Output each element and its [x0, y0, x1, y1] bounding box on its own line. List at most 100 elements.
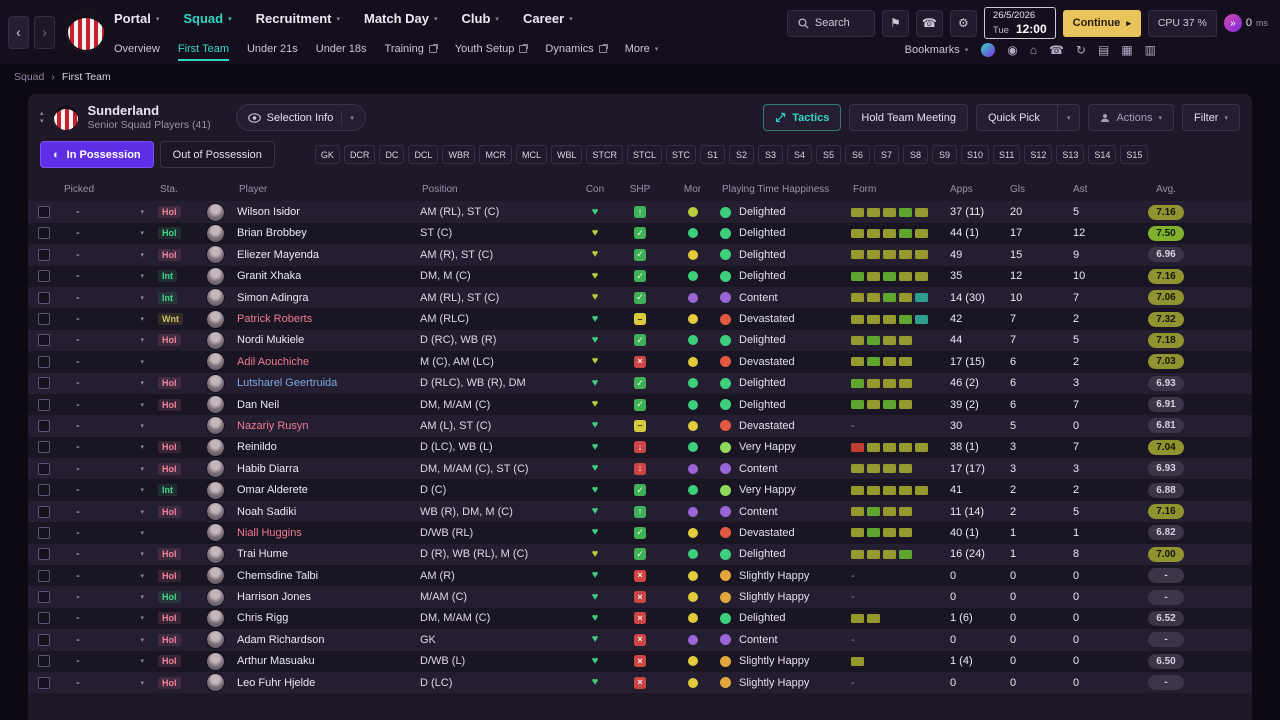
- player-avatar[interactable]: [207, 203, 224, 221]
- table-row[interactable]: - ▾ Hol Trai Hume D (R), WB (RL), M (C) ♥ ✓ Del…: [28, 543, 1252, 566]
- player-avatar[interactable]: [207, 417, 224, 435]
- row-checkbox[interactable]: [38, 206, 50, 219]
- position-filter-s3[interactable]: S3: [758, 145, 783, 165]
- row-checkbox[interactable]: [38, 676, 50, 689]
- table-row[interactable]: - ▾ Hol Adam Richardson GK ♥ × Content -0 0 0-: [28, 629, 1252, 651]
- picked-dropdown[interactable]: - ▾: [62, 420, 158, 432]
- nav-item-career[interactable]: Career ▾: [523, 11, 573, 26]
- player-avatar[interactable]: [207, 331, 224, 349]
- in-possession-tab[interactable]: ◐ In Possession: [40, 141, 154, 169]
- notes-icon[interactable]: ▤: [1098, 43, 1109, 57]
- quick-pick-dropdown[interactable]: ▾: [1056, 105, 1080, 131]
- table-row[interactable]: - ▾ Hol Chris Rigg DM, M/AM (C) ♥ × Delighted 1 …: [28, 607, 1252, 630]
- player-name[interactable]: Adil Aouchiche: [237, 356, 309, 368]
- row-checkbox[interactable]: [38, 569, 50, 582]
- picked-dropdown[interactable]: - ▾: [62, 548, 158, 560]
- column-header-player[interactable]: Player: [237, 184, 420, 195]
- player-avatar[interactable]: [207, 524, 224, 542]
- position-filter-s2[interactable]: S2: [729, 145, 754, 165]
- bookmarks-dropdown[interactable]: Bookmarks ▾: [905, 44, 969, 56]
- subnav-item-first-team[interactable]: First Team: [177, 36, 230, 62]
- table-row[interactable]: - ▾ Niall Huggins D/WB (RL) ♥ ✓ Devastated 40 (…: [28, 522, 1252, 544]
- column-header-avg[interactable]: Avg.: [1121, 184, 1211, 195]
- picked-dropdown[interactable]: - ▾: [62, 634, 158, 646]
- position-filter-s11[interactable]: S11: [993, 145, 1021, 165]
- row-checkbox[interactable]: [38, 484, 50, 497]
- subnav-item-training[interactable]: Training: [385, 36, 438, 62]
- player-avatar[interactable]: [207, 224, 224, 242]
- position-filter-stcl[interactable]: STCL: [626, 145, 662, 165]
- nav-item-club[interactable]: Club ▾: [462, 11, 499, 26]
- table-row[interactable]: - ▾ Nazariy Rusyn AM (L), ST (C) ♥ – Devastate…: [28, 415, 1252, 437]
- refresh-icon[interactable]: ↻: [1076, 43, 1086, 57]
- position-filter-s12[interactable]: S12: [1024, 145, 1053, 165]
- table-row[interactable]: - ▾ Hol Dan Neil DM, M/AM (C) ♥ ✓ Delighted 39 (…: [28, 393, 1252, 416]
- out-of-possession-tab[interactable]: Out of Possession: [159, 141, 275, 169]
- picked-dropdown[interactable]: - ▾: [62, 206, 158, 218]
- row-checkbox[interactable]: [38, 548, 50, 561]
- search-box[interactable]: Search: [786, 9, 875, 37]
- player-name[interactable]: Habib Diarra: [237, 463, 299, 475]
- column-header-picked[interactable]: Picked: [62, 184, 158, 195]
- picked-dropdown[interactable]: - ▾: [62, 399, 158, 411]
- selection-info-dropdown[interactable]: Selection Info ▾: [235, 104, 366, 132]
- player-avatar[interactable]: [207, 652, 224, 670]
- settings-gear-icon[interactable]: ⚙: [949, 9, 977, 37]
- position-filter-gk[interactable]: GK: [314, 145, 340, 165]
- table-row[interactable]: - ▾ Adil Aouchiche M (C), AM (LC) ♥ × Devastat…: [28, 351, 1252, 373]
- column-header-apps[interactable]: Apps: [948, 184, 1008, 195]
- nav-item-portal[interactable]: Portal ▾: [114, 11, 159, 26]
- player-name[interactable]: Eliezer Mayenda: [237, 249, 319, 261]
- position-filter-s4[interactable]: S4: [787, 145, 812, 165]
- picked-dropdown[interactable]: - ▾: [62, 270, 158, 282]
- table-row[interactable]: - ▾ Hol Arthur Masuaku D/WB (L) ♥ × Slightly Ha…: [28, 650, 1252, 672]
- position-filter-s1[interactable]: S1: [700, 145, 725, 165]
- position-filter-dc[interactable]: DC: [379, 145, 405, 165]
- column-header-gls[interactable]: Gls: [1008, 184, 1071, 195]
- table-row[interactable]: - ▾ Int Granit Xhaka DM, M (C) ♥ ✓ Delighted 35 1…: [28, 265, 1252, 287]
- table-row[interactable]: - ▾ Int Simon Adingra AM (RL), ST (C) ♥ ✓ Conte…: [28, 286, 1252, 309]
- row-checkbox[interactable]: [38, 633, 50, 646]
- player-name[interactable]: Niall Huggins: [237, 527, 302, 539]
- player-avatar[interactable]: [207, 631, 224, 649]
- picked-dropdown[interactable]: - ▾: [62, 591, 158, 603]
- device-icon[interactable]: ☎: [915, 9, 943, 37]
- player-name[interactable]: Omar Alderete: [237, 484, 308, 496]
- position-filter-dcr[interactable]: DCR: [343, 145, 376, 165]
- column-header-mor[interactable]: Mor: [665, 184, 720, 195]
- stadium-icon[interactable]: ⌂: [1030, 43, 1037, 57]
- table-row[interactable]: - ▾ Hol Lutsharel Geertruida D (RLC), WB (R)…: [28, 372, 1252, 394]
- calendar-icon[interactable]: ▦: [1121, 43, 1132, 57]
- player-avatar[interactable]: [207, 503, 224, 521]
- row-checkbox[interactable]: [38, 227, 50, 240]
- table-row[interactable]: - ▾ Hol Habib Diarra DM, M/AM (C), ST (C) ♥ ↓ C…: [28, 458, 1252, 480]
- column-header-ast[interactable]: Ast: [1071, 184, 1121, 195]
- column-header-position[interactable]: Position: [420, 184, 575, 195]
- player-avatar[interactable]: [207, 289, 224, 307]
- player-avatar[interactable]: [207, 545, 224, 563]
- position-filter-s6[interactable]: S6: [845, 145, 870, 165]
- player-name[interactable]: Dan Neil: [237, 399, 279, 411]
- picked-dropdown[interactable]: - ▾: [62, 677, 158, 689]
- column-header-con[interactable]: Con: [575, 184, 615, 195]
- medal-icon[interactable]: ◉: [1007, 43, 1017, 57]
- picked-dropdown[interactable]: - ▾: [62, 313, 158, 325]
- player-avatar[interactable]: [207, 460, 224, 478]
- subnav-item-under-21s[interactable]: Under 21s: [247, 36, 298, 62]
- position-filter-s7[interactable]: S7: [874, 145, 899, 165]
- table-row[interactable]: - ▾ Hol Reinildo D (LC), WB (L) ♥ ↓ Very Happy 3…: [28, 436, 1252, 459]
- position-filter-wbl[interactable]: WBL: [550, 145, 583, 165]
- table-row[interactable]: - ▾ Int Omar Alderete D (C) ♥ ✓ Very Happy 41 2 2 6…: [28, 479, 1252, 501]
- position-filter-wbr[interactable]: WBR: [442, 145, 476, 165]
- position-filter-s13[interactable]: S13: [1056, 145, 1085, 165]
- player-avatar[interactable]: [207, 310, 224, 328]
- player-avatar[interactable]: [207, 481, 224, 499]
- column-header-form[interactable]: Form: [851, 184, 948, 195]
- phone-icon[interactable]: ☎: [1049, 43, 1064, 57]
- picked-dropdown[interactable]: - ▾: [62, 292, 158, 304]
- row-checkbox[interactable]: [38, 526, 50, 539]
- picked-dropdown[interactable]: - ▾: [62, 484, 158, 496]
- actions-dropdown[interactable]: Actions ▾: [1088, 104, 1175, 132]
- table-row[interactable]: - ▾ Hol Harrison Jones M/AM (C) ♥ × Slightly Ha…: [28, 586, 1252, 608]
- continue-button[interactable]: Continue ▸: [1062, 9, 1141, 37]
